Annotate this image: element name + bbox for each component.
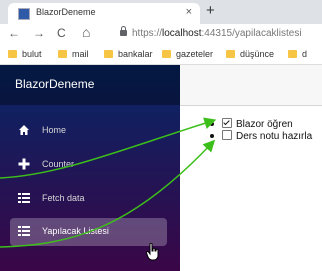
list-icon [18,226,30,236]
nav-label: Fetch data [42,193,85,203]
todo-text: Blazor öğren [236,119,293,130]
tab-close-button[interactable]: × [186,6,192,18]
nav-label: Home [42,125,67,135]
bookmark-dusunce[interactable]: düşünce [226,49,274,59]
lock-icon [120,26,127,36]
list-item: Blazor öğren [210,118,312,130]
reload-button[interactable]: C [57,26,66,40]
bookmark-bulut[interactable]: bulut [8,49,42,59]
bookmark-label: bankalar [118,49,153,59]
list-item: Ders notu hazırla [210,130,312,142]
todo-checkbox[interactable] [222,130,232,140]
folder-icon [58,50,67,58]
folder-icon [104,50,113,58]
top-row [180,65,322,106]
browser-tab-strip: BlazorDeneme × + [0,0,322,24]
tab-title: BlazorDeneme [36,7,96,17]
bookmark-label: mail [72,49,89,59]
bookmark-label: düşünce [240,49,275,59]
hand-pointer-icon [146,243,159,261]
nav-label: Counter [42,159,75,169]
url-prefix: https:// [132,28,163,39]
bookmark-d[interactable]: d [288,49,307,59]
home-button[interactable]: ⌂ [82,24,90,40]
folder-icon [288,50,297,58]
folder-icon [8,50,17,58]
plus-icon [18,158,30,170]
browser-tab[interactable]: BlazorDeneme × [8,3,200,24]
address-bar[interactable]: https://localhost:44315/yapilacaklistesi [132,28,302,39]
bookmark-label: gazeteler [176,49,214,59]
list-icon [18,193,30,203]
bookmark-label: d [302,49,308,59]
back-button[interactable]: ← [8,26,20,40]
todo-text: Ders notu hazırla [236,131,313,142]
todo-list: Blazor öğren Ders notu hazırla [210,118,312,142]
url-path: :44315/yapilacaklistesi [201,28,302,39]
bookmark-bankalar[interactable]: bankalar [104,49,153,59]
nav-item-yapilacak-listesi[interactable]: Yapılacak Listesi [10,218,167,246]
url-host: localhost [162,28,202,39]
favicon-icon [18,8,30,20]
bookmark-gazeteler[interactable]: gazeteler [162,49,213,59]
folder-icon [226,50,235,58]
browser-toolbar: ← → C ⌂ https://localhost:44315/yapilaca… [0,24,322,46]
brand-title[interactable]: BlazorDeneme [15,77,94,91]
nav-label: Yapılacak Listesi [42,226,109,236]
new-tab-button[interactable]: + [206,2,215,19]
bookmark-label: bulut [22,49,42,59]
bookmarks-bar: bulut mail bankalar gazeteler düşünce d [0,46,322,65]
todo-checkbox[interactable] [222,118,232,128]
bookmark-mail[interactable]: mail [58,49,89,59]
nav-item-fetch-data[interactable]: Fetch data [10,185,167,213]
home-icon [19,125,29,135]
brand-bar: BlazorDeneme [0,65,180,105]
forward-button[interactable]: → [33,26,45,40]
nav-item-home[interactable]: Home [10,117,167,145]
sidebar: BlazorDeneme Home Counter Fetch data Yap… [0,65,180,271]
folder-icon [162,50,171,58]
nav-item-counter[interactable]: Counter [10,151,167,179]
